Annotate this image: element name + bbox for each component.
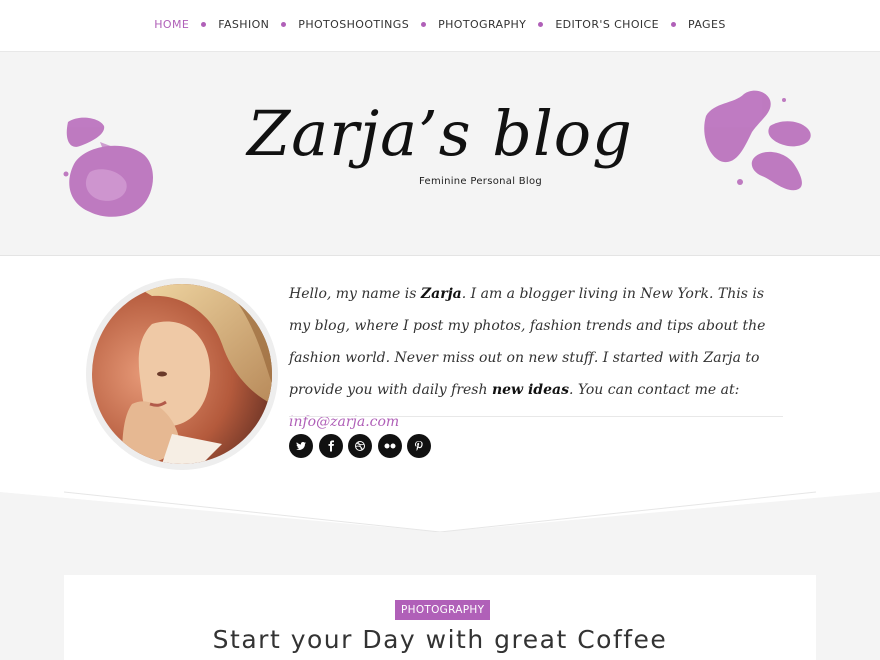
flickr-link[interactable] — [377, 434, 402, 458]
facebook-link[interactable] — [318, 434, 343, 458]
nav-link-pages[interactable]: PAGES — [688, 18, 726, 31]
nav-link-home[interactable]: HOME — [154, 18, 189, 31]
site-tagline: Feminine Personal Blog — [419, 176, 543, 187]
nav-item-photography: PHOTOGRAPHY — [438, 18, 555, 31]
about-section: Hello, my name is Zarja. I am a blogger … — [0, 256, 880, 532]
about-text-intro: Hello, my name is — [289, 286, 421, 302]
about-text: Hello, my name is Zarja. I am a blogger … — [289, 278, 789, 438]
flickr-icon — [384, 443, 395, 449]
avatar — [92, 284, 272, 464]
avatar-photo — [92, 284, 272, 464]
pinterest-icon — [415, 441, 423, 451]
nav-item-photoshootings: PHOTOSHOOTINGS — [298, 18, 438, 31]
facebook-icon — [328, 440, 334, 452]
pinterest-link[interactable] — [407, 434, 431, 458]
new-ideas-highlight: new ideas — [491, 382, 569, 398]
dribbble-link[interactable] — [348, 434, 372, 458]
main-navigation: HOME FASHION PHOTOSHOOTINGS PHOTOGRAPHY … — [0, 0, 880, 52]
post-category-badge[interactable]: PHOTOGRAPHY — [395, 600, 491, 620]
nav-separator-dot — [421, 21, 427, 27]
nav-separator-dot — [281, 21, 287, 27]
site-header: Zarja’s blog Feminine Personal Blog — [0, 52, 880, 256]
social-links — [289, 434, 437, 458]
nav-item-pages: PAGES — [688, 18, 726, 31]
nav-link-photography[interactable]: PHOTOGRAPHY — [438, 18, 526, 31]
nav-item-fashion: FASHION — [218, 18, 298, 31]
about-divider — [289, 416, 783, 417]
nav-item-home: HOME — [154, 18, 218, 31]
twitter-link[interactable] — [289, 434, 313, 458]
nav-link-photoshootings[interactable]: PHOTOSHOOTINGS — [298, 18, 409, 31]
avatar-frame — [86, 278, 278, 470]
nav-link-editors-choice[interactable]: EDITOR'S CHOICE — [555, 18, 659, 31]
dribbble-icon — [355, 441, 365, 451]
nav-separator-dot — [538, 21, 544, 27]
post-title[interactable]: Start your Day with great Coffee — [64, 625, 816, 654]
author-name: Zarja — [420, 286, 462, 302]
paint-splash-right — [704, 90, 811, 191]
about-text-contact: . You can contact me at: — [568, 382, 740, 398]
nav-separator-dot — [671, 21, 676, 27]
nav-menu: HOME FASHION PHOTOSHOOTINGS PHOTOGRAPHY … — [0, 0, 880, 48]
post-card: PHOTOGRAPHY Start your Day with great Co… — [64, 575, 816, 660]
nav-link-fashion[interactable]: FASHION — [218, 18, 269, 31]
twitter-icon — [296, 442, 306, 450]
nav-separator-dot — [201, 21, 207, 27]
nav-item-editors-choice: EDITOR'S CHOICE — [555, 18, 688, 31]
